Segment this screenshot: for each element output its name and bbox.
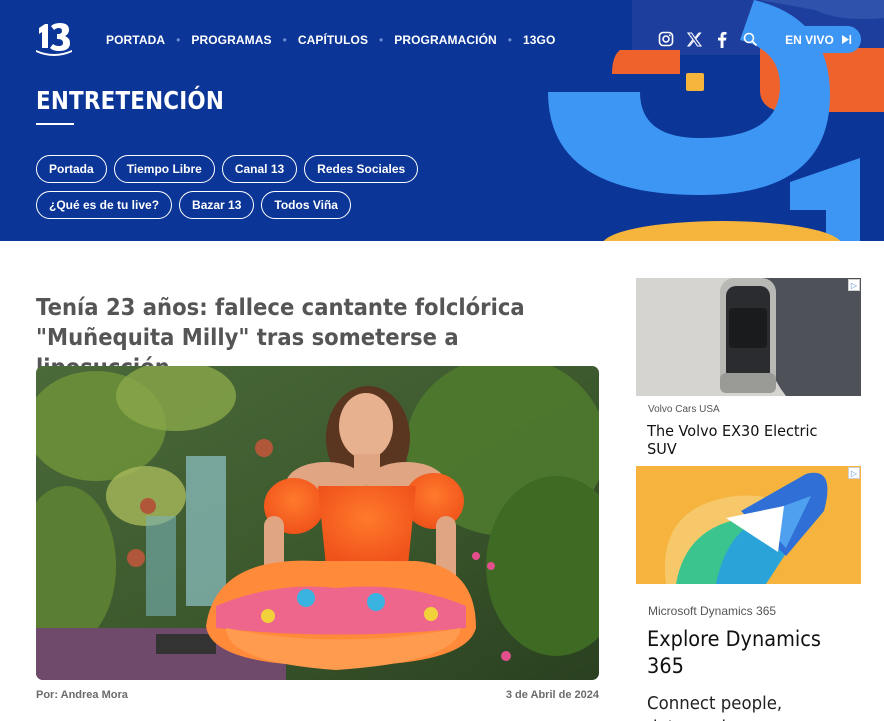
sidebar-ad-dynamics[interactable]: ▷ Microsoft Dynamics 365 Explore Dynamic… xyxy=(636,466,861,721)
pill-todos-vina[interactable]: Todos Viña xyxy=(261,191,351,219)
section-underline xyxy=(36,123,74,125)
category-pills: Portada Tiempo Libre Canal 13 Redes Soci… xyxy=(36,155,456,227)
pill-que-es-de-tu-live[interactable]: ¿Qué es de tu live? xyxy=(36,191,173,219)
nav-separator: • xyxy=(282,33,287,47)
section-title: ENTRETENCIÓN xyxy=(36,86,225,115)
ad-image-dynamics[interactable]: ▷ xyxy=(636,466,861,584)
main-nav: PORTADA • PROGRAMAS • CAPÍTULOS • PROGRA… xyxy=(106,33,555,47)
play-icon xyxy=(841,35,851,44)
live-button-label: EN VIVO xyxy=(785,32,834,47)
pill-redes-sociales[interactable]: Redes Sociales xyxy=(304,155,419,183)
nav-separator: • xyxy=(507,33,512,47)
ad-sponsor: Microsoft Dynamics 365 xyxy=(648,604,777,618)
ad-title[interactable]: Explore Dynamics 365 xyxy=(636,626,829,680)
nav-13go[interactable]: 13GO xyxy=(523,33,555,47)
pill-bazar-13[interactable]: Bazar 13 xyxy=(179,191,255,219)
pill-row: ¿Qué es de tu live? Bazar 13 Todos Viña xyxy=(36,191,456,219)
social-icons xyxy=(657,30,769,48)
nav-separator: • xyxy=(379,33,384,47)
ad-image-volvo[interactable]: ▷ xyxy=(636,278,861,396)
x-twitter-icon[interactable] xyxy=(685,30,703,48)
ad-body: Connect people, data, and processes xyxy=(647,693,814,721)
nav-separator: • xyxy=(176,33,181,47)
adchoices-icon[interactable]: ▷ xyxy=(848,467,860,479)
nav-programacion[interactable]: PROGRAMACIÓN xyxy=(394,33,497,47)
article-date: 3 de Abril de 2024 xyxy=(505,689,599,701)
ad-sponsor: Volvo Cars USA xyxy=(648,404,720,415)
nav-programas[interactable]: PROGRAMAS xyxy=(191,33,271,47)
search-icon[interactable] xyxy=(741,30,759,48)
live-button[interactable]: EN VIVO xyxy=(776,26,861,53)
pill-row: Portada Tiempo Libre Canal 13 Redes Soci… xyxy=(36,155,456,183)
site-header: PORTADA • PROGRAMAS • CAPÍTULOS • PROGRA… xyxy=(0,0,884,241)
instagram-icon[interactable] xyxy=(657,30,675,48)
canal13-logo[interactable] xyxy=(36,22,72,56)
facebook-icon[interactable] xyxy=(713,30,731,48)
nav-capitulos[interactable]: CAPÍTULOS xyxy=(298,33,368,47)
article-photo[interactable] xyxy=(36,366,599,680)
adchoices-icon[interactable]: ▷ xyxy=(848,279,860,291)
ad-title[interactable]: The Volvo EX30 Electric SUV xyxy=(636,422,845,458)
pill-portada[interactable]: Portada xyxy=(36,155,107,183)
nav-portada[interactable]: PORTADA xyxy=(106,33,165,47)
pill-canal-13[interactable]: Canal 13 xyxy=(221,155,298,183)
pill-tiempo-libre[interactable]: Tiempo Libre xyxy=(113,155,215,183)
sidebar-ad-volvo[interactable]: ▷ Volvo Cars USA The Volvo EX30 Electric… xyxy=(636,278,861,458)
article-author: Por: Andrea Mora xyxy=(36,689,128,701)
